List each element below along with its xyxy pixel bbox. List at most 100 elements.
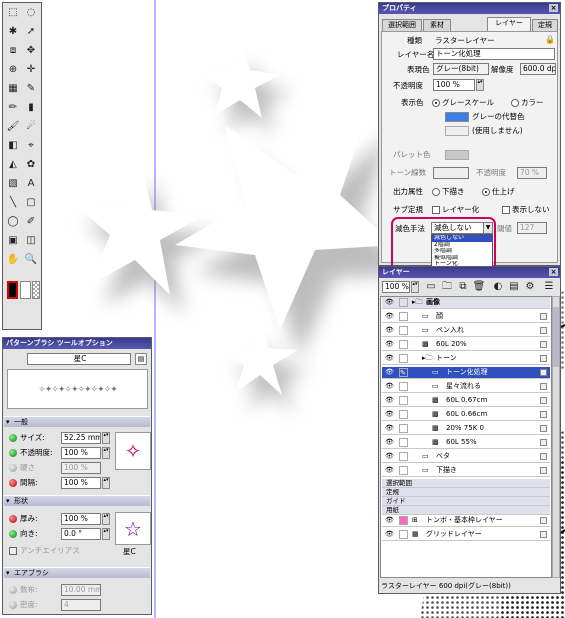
section-shape[interactable]: 形状 bbox=[4, 495, 150, 507]
close-icon[interactable]: × bbox=[549, 268, 558, 276]
correction-icon[interactable]: ✐ bbox=[24, 215, 38, 229]
layer-option-icon[interactable] bbox=[540, 411, 547, 418]
direction-spinner[interactable]: ▴▾ bbox=[102, 528, 110, 540]
eye-icon[interactable]: 👁 bbox=[385, 453, 395, 460]
layer-option-icon[interactable] bbox=[540, 369, 547, 376]
layer-opacity-input[interactable]: 100 % bbox=[433, 79, 475, 91]
layer-option-icon[interactable] bbox=[540, 313, 547, 320]
new-raster-layer-icon[interactable]: ▭ bbox=[424, 280, 438, 294]
rect-icon[interactable]: ▢ bbox=[24, 196, 38, 210]
layer-group[interactable]: 定規 bbox=[382, 488, 550, 497]
substitute-color-swatch-2[interactable] bbox=[445, 126, 469, 136]
gradient-icon[interactable]: ▧ bbox=[6, 177, 20, 191]
pen-edit-icon[interactable]: ✎ bbox=[399, 368, 408, 377]
size-input[interactable]: 52.25 mm bbox=[61, 432, 101, 444]
layer-row[interactable]: 👁 ▭ 下描き bbox=[382, 465, 550, 477]
marker-icon[interactable]: ▮ bbox=[24, 101, 38, 115]
layer-group[interactable]: ガイド bbox=[382, 497, 550, 506]
magic-wand-icon[interactable]: ✱ bbox=[6, 25, 20, 39]
eye-icon[interactable]: 👁 bbox=[385, 411, 395, 418]
lock-box-icon[interactable] bbox=[399, 396, 408, 405]
brush-preset-select[interactable]: 星C bbox=[27, 353, 131, 365]
eye-icon[interactable]: 👁 bbox=[385, 467, 395, 474]
lock-box-icon[interactable] bbox=[399, 354, 408, 363]
zoom-tool-icon[interactable]: 🔍 bbox=[24, 253, 38, 267]
properties-title[interactable]: プロパティ × bbox=[379, 3, 560, 14]
layer-row[interactable]: 👁 ▭ ペン入れ bbox=[382, 325, 550, 337]
layer-row[interactable]: 👁 ▩ 60L 0.66cm bbox=[382, 409, 550, 421]
fill-icon[interactable]: ◭ bbox=[6, 158, 20, 172]
interval-input[interactable]: 100 % bbox=[61, 477, 101, 489]
subdef-hide-checkbox[interactable] bbox=[502, 206, 510, 214]
mask-icon[interactable]: ◐ bbox=[491, 280, 505, 294]
selection-rect-icon[interactable]: ⬚ bbox=[6, 6, 20, 20]
grayscale-radio[interactable] bbox=[432, 99, 440, 107]
ruler-icon[interactable]: ▦ bbox=[6, 82, 20, 96]
paper-layer-row[interactable]: 👁 ▦ グリッドレイヤー bbox=[382, 529, 550, 541]
layer-property-icon[interactable]: ▤ bbox=[507, 280, 521, 294]
new-folder-icon[interactable]: 🗀 bbox=[440, 280, 454, 294]
move-icon[interactable]: ✛ bbox=[24, 63, 38, 77]
pencil-icon[interactable]: ✏ bbox=[6, 101, 20, 115]
layer-option-icon[interactable] bbox=[540, 383, 547, 390]
object-select-icon[interactable]: ➚ bbox=[24, 25, 38, 39]
eraser-icon[interactable]: ◧ bbox=[6, 139, 20, 153]
layer-option-icon[interactable] bbox=[540, 425, 547, 432]
layer-option-icon[interactable] bbox=[540, 397, 547, 404]
lock-box-icon[interactable] bbox=[399, 312, 408, 321]
lock-box-icon[interactable] bbox=[399, 410, 408, 419]
layer-option-icon[interactable] bbox=[540, 517, 547, 524]
layer-name-input[interactable]: トーン化処理 bbox=[433, 48, 555, 60]
main-color-swatch[interactable] bbox=[7, 281, 18, 299]
scroll-thumb[interactable] bbox=[553, 307, 559, 367]
eye-icon[interactable]: 👁 bbox=[385, 425, 395, 432]
thickness-spinner[interactable]: ▴▾ bbox=[102, 513, 110, 525]
lock-icon[interactable]: 🔒 bbox=[545, 35, 555, 44]
stamp-icon[interactable]: ▣ bbox=[6, 234, 20, 248]
eye-icon[interactable]: 👁 bbox=[385, 383, 395, 390]
paper-layer-row[interactable]: 👁 ⊞ トンボ・基本枠レイヤー bbox=[382, 515, 550, 527]
size-pressure-icon[interactable] bbox=[9, 434, 17, 442]
eye-icon[interactable]: 👁 bbox=[385, 517, 395, 524]
substitute-color-swatch[interactable] bbox=[445, 112, 469, 122]
eye-icon[interactable]: 👁 bbox=[385, 531, 395, 538]
layer-option-icon[interactable] bbox=[540, 341, 547, 348]
opacity-pressure-icon[interactable] bbox=[9, 449, 17, 457]
layer-row[interactable]: 👁 ▩ 60L 20% bbox=[382, 339, 550, 351]
layer-option-icon[interactable] bbox=[540, 467, 547, 474]
layer-title[interactable]: レイヤー × bbox=[379, 267, 560, 278]
opacity-input[interactable]: 100 % bbox=[61, 447, 101, 459]
layer-row[interactable]: 👁 ▩ 60L 0.67cm bbox=[382, 395, 550, 407]
interval-spinner[interactable]: ▴▾ bbox=[102, 477, 110, 489]
opacity-spinner[interactable]: ▴▾ bbox=[102, 447, 110, 459]
hand-icon[interactable]: ✋ bbox=[6, 253, 20, 267]
chevron-down-icon[interactable]: ▼ bbox=[483, 222, 493, 234]
layer-move-icon[interactable]: ⧈ bbox=[6, 44, 20, 58]
layer-option-icon[interactable] bbox=[540, 531, 547, 538]
lasso-icon[interactable]: ◌ bbox=[24, 6, 38, 20]
eye-icon[interactable]: 👁 bbox=[385, 341, 395, 348]
direction-pressure-icon[interactable] bbox=[9, 530, 17, 538]
tab-material[interactable]: 素材 bbox=[423, 19, 451, 31]
layer-menu-icon[interactable]: ☰ bbox=[542, 280, 556, 294]
eye-icon[interactable]: 👁 bbox=[385, 327, 395, 334]
layer-settings-icon[interactable]: ⚙ bbox=[523, 280, 537, 294]
line-icon[interactable]: ╲ bbox=[6, 196, 20, 210]
layer-group[interactable]: 用紙 bbox=[382, 506, 550, 515]
lock-box-icon[interactable] bbox=[399, 466, 408, 475]
airbrush-icon[interactable]: ☄ bbox=[24, 120, 38, 134]
tab-layer[interactable]: レイヤー bbox=[487, 17, 531, 31]
output-draft-radio[interactable] bbox=[432, 188, 440, 196]
layer-option-icon[interactable] bbox=[540, 453, 547, 460]
direction-input[interactable]: 0.0 ° bbox=[61, 528, 101, 540]
brush-icon[interactable]: 🖌 bbox=[6, 120, 20, 134]
reduce-select[interactable]: 減色しない bbox=[431, 222, 485, 234]
lock-box-icon[interactable] bbox=[399, 530, 408, 539]
close-icon[interactable]: × bbox=[549, 4, 558, 12]
eye-icon[interactable]: 👁 bbox=[385, 355, 395, 362]
lock-box-icon[interactable] bbox=[399, 424, 408, 433]
zoom-icon[interactable]: ⊕ bbox=[6, 63, 20, 77]
layer-row[interactable]: 👁 ▩ 60L 55% bbox=[382, 437, 550, 449]
text-icon[interactable]: A bbox=[24, 177, 38, 191]
output-final-radio[interactable] bbox=[482, 188, 490, 196]
